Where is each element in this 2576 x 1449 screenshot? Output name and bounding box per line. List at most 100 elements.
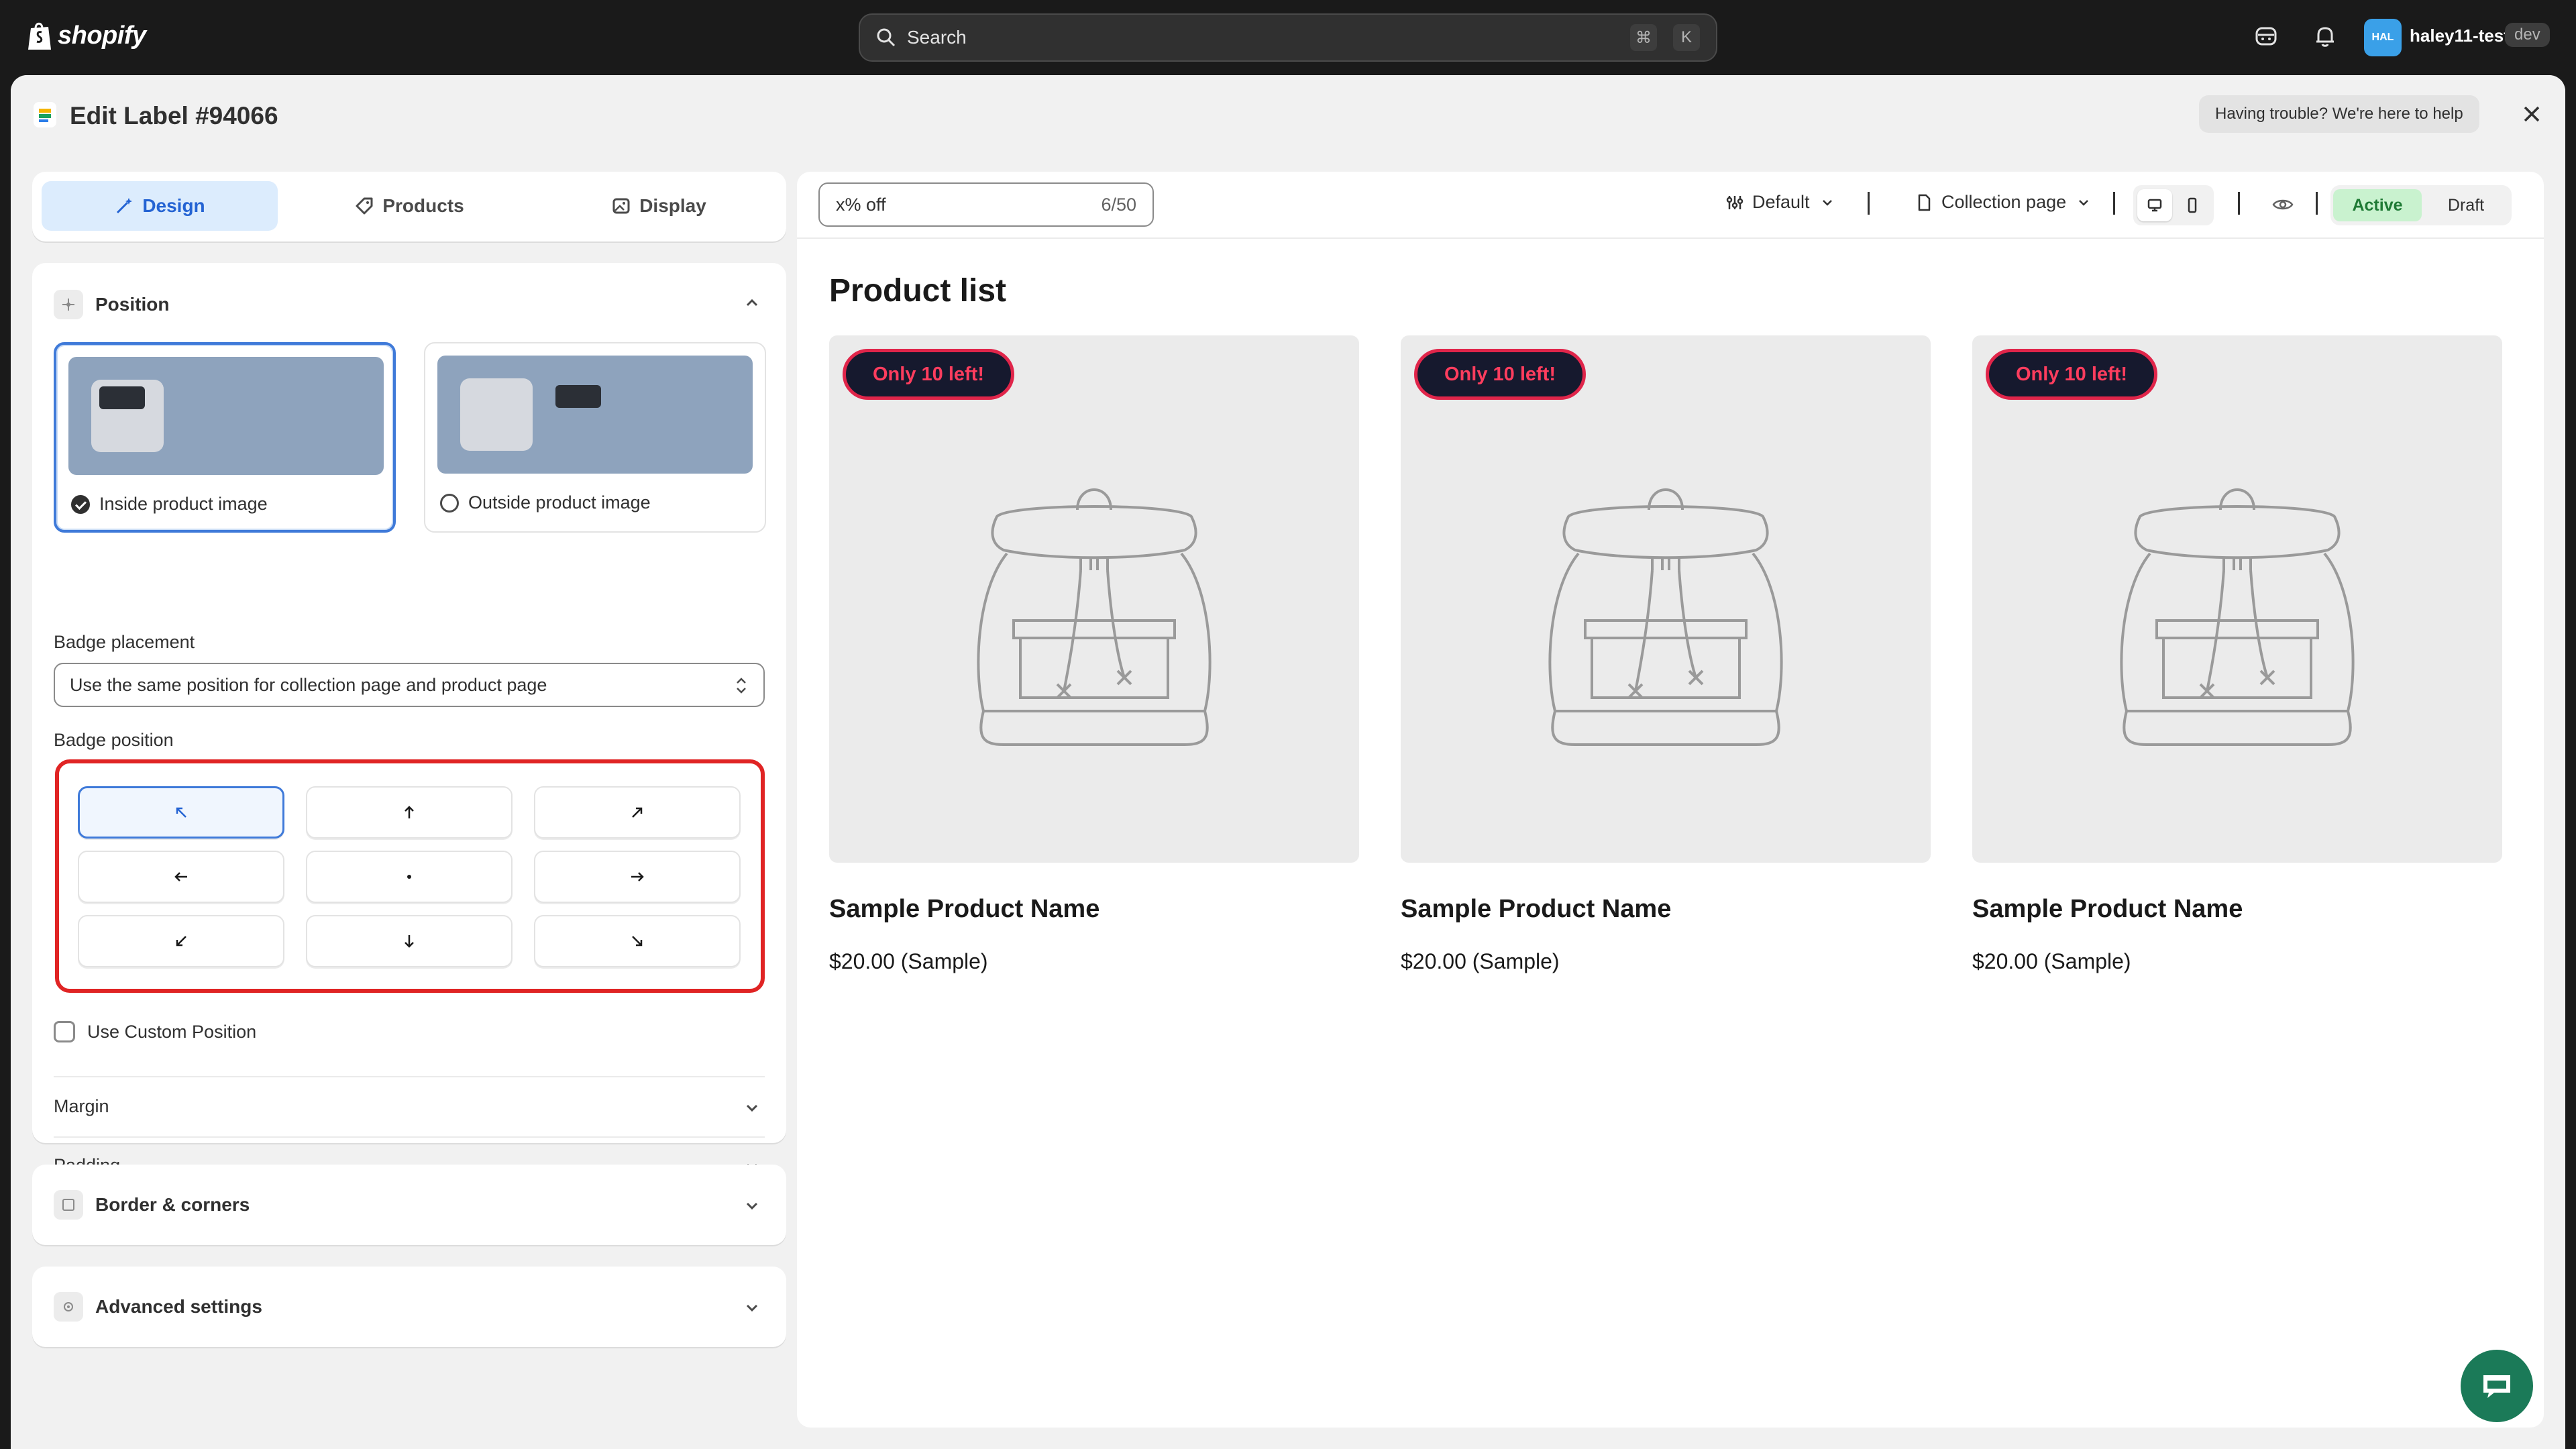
mobile-view-button[interactable] bbox=[2175, 189, 2210, 221]
chat-icon bbox=[2483, 1375, 2510, 1398]
tab-products[interactable]: Products bbox=[291, 181, 527, 231]
arrow-up-icon bbox=[405, 806, 414, 818]
product-card[interactable]: Only 10 left! Sample Product Name $20.00… bbox=[1972, 335, 2502, 974]
outside-image-radio[interactable] bbox=[440, 493, 459, 513]
gear-icon bbox=[54, 1292, 83, 1322]
page-type-select[interactable]: Collection page bbox=[1915, 192, 2093, 213]
product-card[interactable]: Only 10 left! Sample Product Name $20.00… bbox=[1401, 335, 1931, 974]
position-middle-right-button[interactable] bbox=[534, 851, 741, 903]
badge-placement-select[interactable]: Use the same position for collection pag… bbox=[54, 663, 765, 707]
desktop-icon bbox=[2147, 199, 2162, 212]
divider bbox=[54, 1136, 765, 1138]
tab-design[interactable]: Design bbox=[42, 181, 278, 231]
store-name[interactable]: haley11-test bbox=[2410, 25, 2510, 46]
margin-row[interactable]: Margin bbox=[54, 1096, 765, 1117]
chat-button[interactable] bbox=[2461, 1350, 2533, 1422]
position-header[interactable]: Position bbox=[54, 290, 169, 319]
product-price: $20.00 (Sample) bbox=[1401, 949, 1560, 973]
search-bar[interactable]: Search ⌘ K bbox=[859, 13, 1717, 62]
position-bottom-right-button[interactable] bbox=[534, 915, 741, 967]
sliders-icon bbox=[1726, 195, 1743, 209]
position-center-button[interactable] bbox=[306, 851, 513, 903]
product-image: Only 10 left! bbox=[829, 335, 1359, 863]
image-icon bbox=[612, 198, 630, 214]
editor-tabs: Design Products Display bbox=[32, 172, 786, 241]
chevron-down-icon[interactable] bbox=[742, 1297, 762, 1318]
chevron-down-icon[interactable] bbox=[742, 1195, 762, 1216]
advanced-settings-header[interactable]: Advanced settings bbox=[54, 1292, 262, 1322]
custom-position-row[interactable]: Use Custom Position bbox=[54, 1021, 256, 1042]
toolbar-separator bbox=[2316, 192, 2318, 215]
product-name[interactable]: Sample Product Name bbox=[1401, 895, 1931, 924]
desktop-view-button[interactable] bbox=[2137, 189, 2172, 221]
tag-icon bbox=[356, 197, 373, 215]
chevron-down-icon[interactable] bbox=[742, 1097, 762, 1118]
close-icon[interactable] bbox=[2520, 102, 2544, 126]
arrow-left-icon bbox=[174, 872, 187, 881]
outside-image-preview bbox=[437, 356, 753, 474]
product-card[interactable]: Only 10 left! Sample Product Name $20.00… bbox=[829, 335, 1359, 974]
status-toggle: Active Draft bbox=[2330, 185, 2512, 225]
product-image: Only 10 left! bbox=[1972, 335, 2502, 863]
position-card: Position Inside product image Outside pr… bbox=[32, 263, 786, 1175]
toolbar-separator bbox=[2238, 192, 2240, 215]
sidekick-icon[interactable] bbox=[2253, 23, 2279, 50]
border-corners-header[interactable]: Border & corners bbox=[54, 1190, 250, 1220]
tab-design-label: Design bbox=[142, 195, 205, 216]
position-middle-left-button[interactable] bbox=[78, 851, 284, 903]
badge-placement-label: Badge placement bbox=[54, 632, 195, 652]
position-title: Position bbox=[95, 294, 170, 315]
avatar[interactable]: HAL bbox=[2364, 19, 2402, 56]
label-name-value: x% off bbox=[836, 194, 886, 215]
chevron-down-icon bbox=[2079, 199, 2089, 206]
backpack-icon bbox=[977, 488, 1212, 746]
outside-image-option[interactable]: Outside product image bbox=[424, 342, 766, 533]
product-name[interactable]: Sample Product Name bbox=[829, 895, 1359, 924]
chevron-up-icon[interactable] bbox=[742, 292, 762, 313]
toolbar-separator bbox=[1868, 192, 1870, 215]
position-bottom-left-button[interactable] bbox=[78, 915, 284, 967]
badge-position-label: Badge position bbox=[54, 730, 174, 750]
product-name[interactable]: Sample Product Name bbox=[1972, 895, 2502, 924]
advanced-settings-card[interactable]: Advanced settings bbox=[32, 1267, 786, 1347]
arrow-down-icon bbox=[405, 935, 414, 948]
label-badge: Only 10 left! bbox=[1414, 349, 1586, 400]
custom-position-label: Use Custom Position bbox=[87, 1021, 257, 1042]
position-top-left-button[interactable] bbox=[78, 786, 284, 839]
theme-select[interactable]: Default bbox=[1725, 192, 1837, 213]
eye-icon[interactable] bbox=[2271, 193, 2294, 216]
border-corners-card[interactable]: Border & corners bbox=[32, 1165, 786, 1245]
search-icon bbox=[877, 28, 896, 47]
shortcut-cmd: ⌘ bbox=[1630, 24, 1657, 51]
app-header: Edit Label #94066 Having trouble? We're … bbox=[11, 75, 2565, 153]
status-active-button[interactable]: Active bbox=[2333, 189, 2422, 221]
position-bottom-center-button[interactable] bbox=[306, 915, 513, 967]
label-name-input[interactable]: x% off 6/50 bbox=[818, 182, 1154, 227]
tab-display[interactable]: Display bbox=[541, 181, 777, 231]
help-button[interactable]: Having trouble? We're here to help bbox=[2199, 95, 2479, 133]
tab-products-label: Products bbox=[382, 195, 464, 216]
inside-image-label: Inside product image bbox=[99, 494, 268, 514]
store-badge: dev bbox=[2505, 23, 2550, 47]
app-logo-icon bbox=[34, 102, 56, 127]
mobile-icon bbox=[2188, 197, 2197, 213]
inside-image-option[interactable]: Inside product image bbox=[54, 342, 396, 533]
advanced-settings-title: Advanced settings bbox=[95, 1296, 262, 1317]
custom-position-checkbox[interactable] bbox=[54, 1021, 75, 1042]
shortcut-key: K bbox=[1673, 24, 1700, 51]
divider bbox=[54, 1076, 765, 1077]
outside-image-label: Outside product image bbox=[468, 492, 651, 513]
status-draft-button[interactable]: Draft bbox=[2422, 189, 2510, 221]
page-type-value: Collection page bbox=[1941, 192, 2067, 212]
arrow-up-right-icon bbox=[632, 807, 643, 818]
margin-label: Margin bbox=[54, 1096, 109, 1116]
product-list-title: Product list bbox=[829, 273, 1007, 309]
inside-image-radio[interactable] bbox=[71, 494, 90, 514]
brand-name: shopify bbox=[58, 21, 146, 50]
position-top-center-button[interactable] bbox=[306, 786, 513, 839]
shopify-bag-icon bbox=[28, 22, 51, 50]
position-top-right-button[interactable] bbox=[534, 786, 741, 839]
shopify-logo[interactable]: shopify bbox=[27, 20, 146, 51]
badge-placement-value: Use the same position for collection pag… bbox=[70, 674, 547, 695]
bell-icon[interactable] bbox=[2312, 23, 2339, 50]
